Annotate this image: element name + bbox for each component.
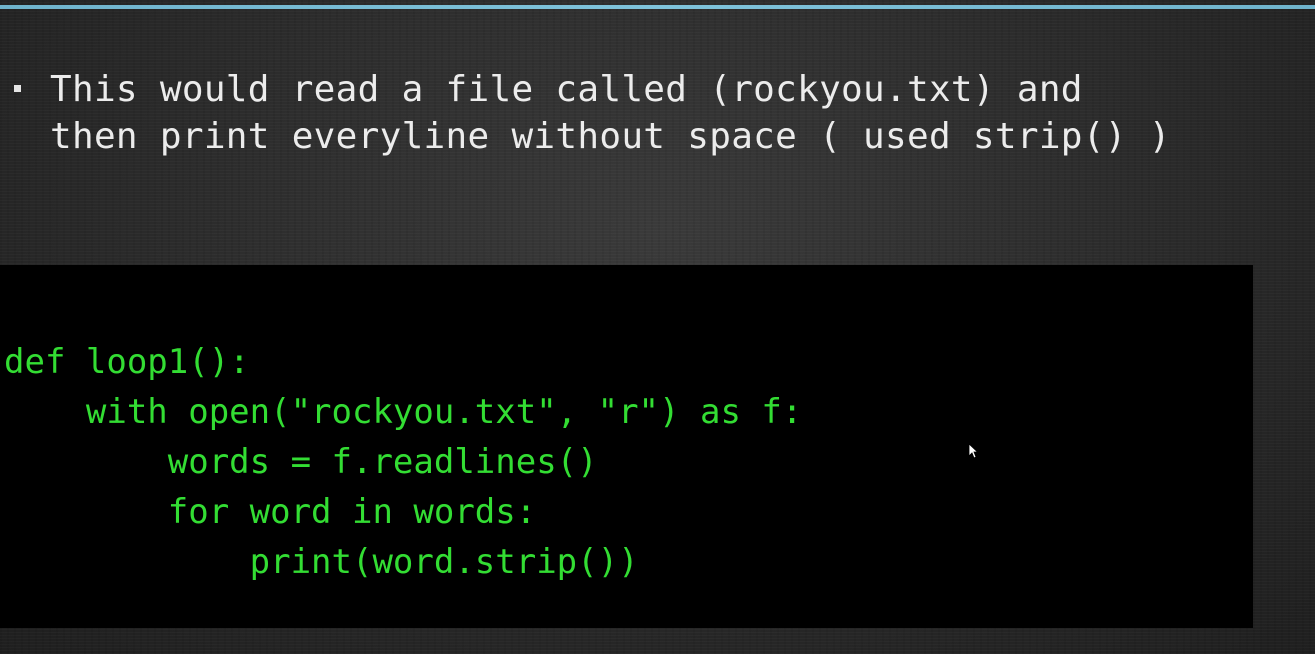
code-line: def loop1(): <box>4 342 250 382</box>
bullet-text: This would read a file called (rockyou.t… <box>50 69 1171 157</box>
code-line: print(word.strip()) <box>4 542 639 582</box>
code-line: words = f.readlines() <box>4 442 598 482</box>
code-panel: def loop1(): with open("rockyou.txt", "r… <box>0 265 1253 628</box>
top-accent-rule <box>0 5 1315 9</box>
square-bullet-icon <box>14 85 21 92</box>
mouse-pointer-icon <box>968 443 978 459</box>
code-line: with open("rockyou.txt", "r") as f: <box>4 392 803 432</box>
code-block: def loop1(): with open("rockyou.txt", "r… <box>4 337 802 587</box>
code-line: for word in words: <box>4 492 537 532</box>
